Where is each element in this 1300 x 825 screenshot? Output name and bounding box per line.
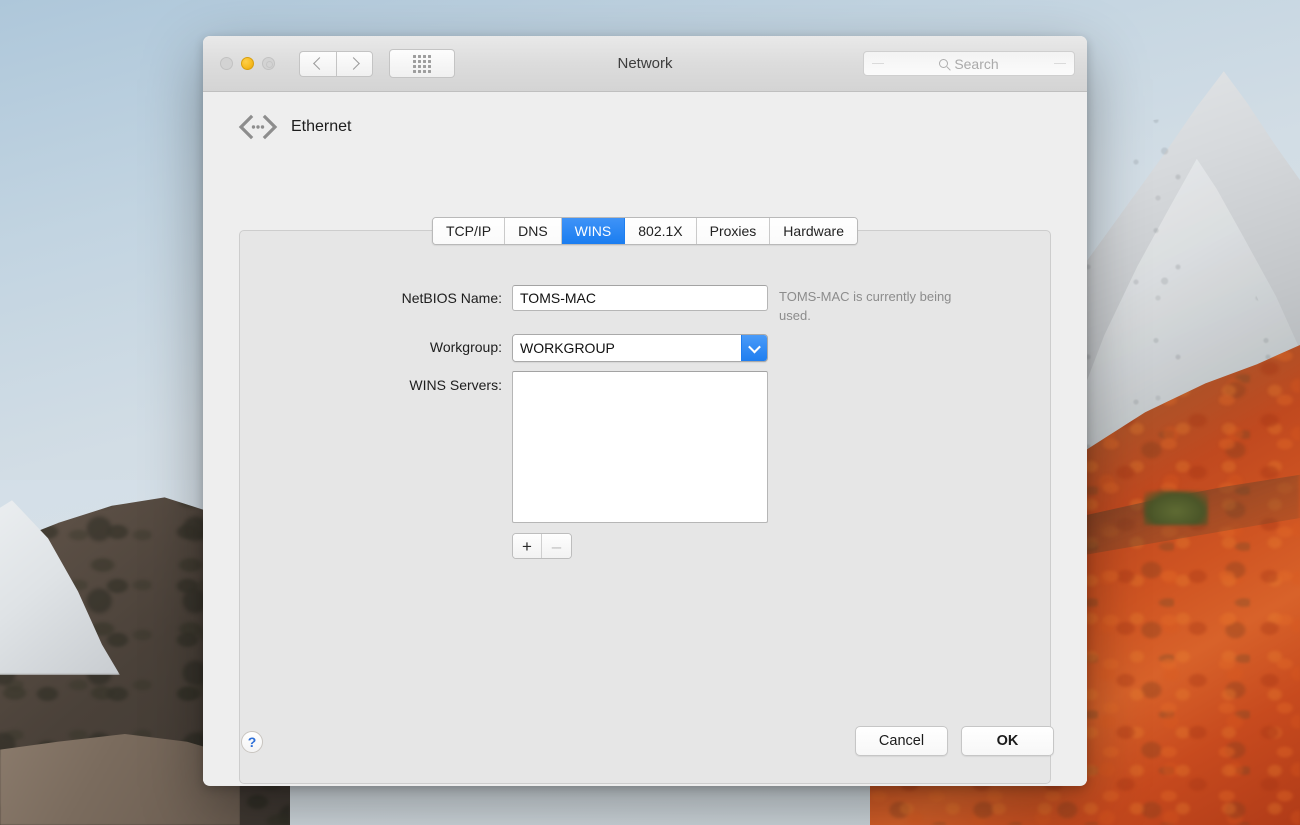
- help-button[interactable]: ?: [241, 731, 263, 753]
- workgroup-row: Workgroup: WORKGROUP: [240, 334, 1050, 362]
- tab-proxies[interactable]: Proxies: [696, 218, 771, 244]
- grid-dots-icon: [413, 54, 431, 73]
- netbios-name-row: NetBIOS Name: TOMS-MAC is currently bein…: [240, 285, 1050, 325]
- netbios-name-hint: TOMS-MAC is currently being used.: [779, 289, 952, 323]
- window-titlebar: Network Search: [203, 36, 1087, 92]
- workgroup-value[interactable]: WORKGROUP: [513, 335, 741, 361]
- wins-servers-listbox[interactable]: [512, 371, 768, 523]
- settings-tab-bar: TCP/IP DNS WINS 802.1X Proxies Hardware: [431, 217, 859, 245]
- tab-8021x[interactable]: 802.1X: [625, 218, 697, 244]
- network-preferences-window: Network Search Ethernet TCP/IP DNS WINS …: [203, 36, 1087, 786]
- workgroup-combobox[interactable]: WORKGROUP: [512, 334, 768, 362]
- back-button[interactable]: [299, 50, 336, 77]
- window-footer: ? Cancel OK: [203, 723, 1087, 785]
- interface-name: Ethernet: [291, 118, 352, 135]
- minimize-button-icon[interactable]: [241, 57, 254, 70]
- interface-header: Ethernet: [203, 92, 1087, 140]
- navigation-button-group: [299, 50, 373, 77]
- netbios-name-label: NetBIOS Name:: [401, 290, 502, 306]
- dialog-button-row: Cancel OK: [855, 726, 1054, 756]
- search-icon: [939, 59, 949, 68]
- window-body: Ethernet TCP/IP DNS WINS 802.1X Proxies …: [203, 92, 1087, 785]
- ethernet-icon: [238, 114, 278, 140]
- wins-settings-panel: NetBIOS Name: TOMS-MAC is currently bein…: [239, 230, 1051, 784]
- add-wins-server-button[interactable]: +: [513, 534, 543, 558]
- tab-wins[interactable]: WINS: [561, 218, 626, 244]
- close-button-icon[interactable]: [220, 57, 233, 70]
- wins-servers-row: WINS Servers:: [240, 371, 1050, 523]
- traffic-light-group: [220, 57, 275, 70]
- chevron-right-icon: [346, 57, 360, 70]
- forward-button[interactable]: [336, 50, 373, 77]
- remove-wins-server-button[interactable]: –: [542, 534, 571, 558]
- green-shrub-patch: [1144, 491, 1208, 525]
- workgroup-dropdown-button[interactable]: [741, 335, 767, 361]
- netbios-name-input[interactable]: [512, 285, 768, 311]
- tab-hardware[interactable]: Hardware: [770, 218, 858, 244]
- chevron-left-icon: [313, 57, 326, 70]
- search-placeholder: Search: [954, 55, 999, 72]
- wins-servers-add-remove-group: + –: [512, 533, 572, 559]
- ok-button[interactable]: OK: [961, 726, 1054, 756]
- wins-servers-label: WINS Servers:: [409, 377, 502, 393]
- workgroup-label: Workgroup:: [429, 339, 502, 355]
- cancel-button[interactable]: Cancel: [855, 726, 948, 756]
- tab-dns[interactable]: DNS: [505, 218, 562, 244]
- zoom-button-icon[interactable]: [262, 57, 275, 70]
- chevron-down-icon: [748, 340, 761, 353]
- search-field[interactable]: Search: [863, 51, 1075, 76]
- show-all-button[interactable]: [389, 49, 455, 78]
- tab-tcpip[interactable]: TCP/IP: [432, 218, 506, 244]
- desktop-wallpaper: Network Search Ethernet TCP/IP DNS WINS …: [0, 0, 1300, 825]
- wins-form: NetBIOS Name: TOMS-MAC is currently bein…: [240, 231, 1050, 559]
